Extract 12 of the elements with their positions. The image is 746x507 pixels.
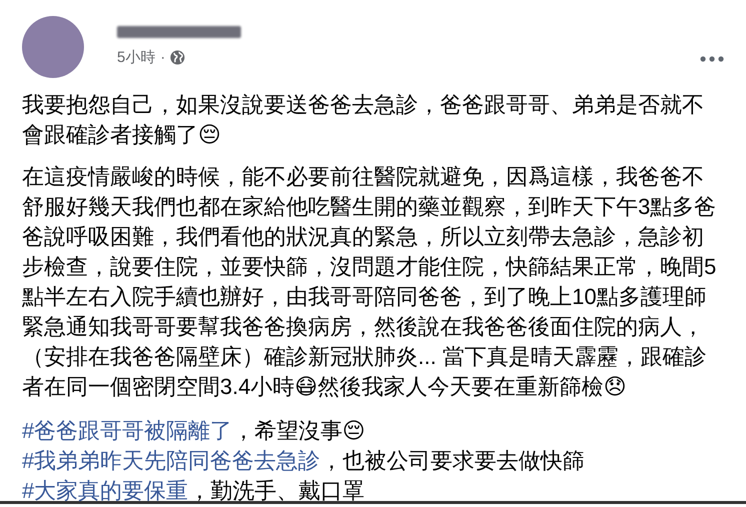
hashtag-link[interactable]: #我弟弟昨天先陪同爸爸去急診 <box>22 448 320 473</box>
separator: · <box>160 49 166 66</box>
hashtag-line: #大家真的要保重，勤洗手、戴口罩 <box>22 477 366 505</box>
hashtag-link[interactable]: #大家真的要保重 <box>22 478 188 503</box>
hashtag-line: #我弟弟昨天先陪同爸爸去急診，也被公司要求要去做快篩 <box>22 447 586 475</box>
post-paragraph: 我要抱怨自己，如果沒說要送爸爸去急診，爸爸跟哥哥、弟弟是否就不會跟確診者接觸了😔 <box>22 91 705 149</box>
hashtag-line: #爸爸跟哥哥被隔離了，希望沒事😔 <box>22 417 366 445</box>
more-options-icon[interactable] <box>700 56 724 62</box>
globe-icon[interactable] <box>170 50 186 65</box>
timestamp-link[interactable]: 5小時 <box>117 48 156 67</box>
post-paragraph: 在這疫情嚴峻的時候，能不必要前往醫院就避免，因爲這樣，我爸爸不舒服好幾天我們也都在家給他吃醫生開的藥並觀察，到昨天下午3點多爸爸說呼吸困難，我們看他的狀況真的緊急，所以立刻帶去急診，急診初步檢查，說要住院，並要快篩，沒問題才能住院，快篩結果正常，晚間5點半左右入院手續也辦好，由我哥哥陪同爸爸，到了晚上10點多護理師緊急通知我哥哥要幫我爸爸換病房，然後說在我爸爸後面住院的病人，（安排在我爸爸隔壁床）確診新冠狀肺炎... 當下真是晴天霹靂，跟確診者在同一個密閉空間3.4小時😷然後我家人今天要在重新篩檢😞 <box>22 163 718 401</box>
hashtag-link[interactable]: #爸爸跟哥哥被隔離了 <box>22 418 232 443</box>
